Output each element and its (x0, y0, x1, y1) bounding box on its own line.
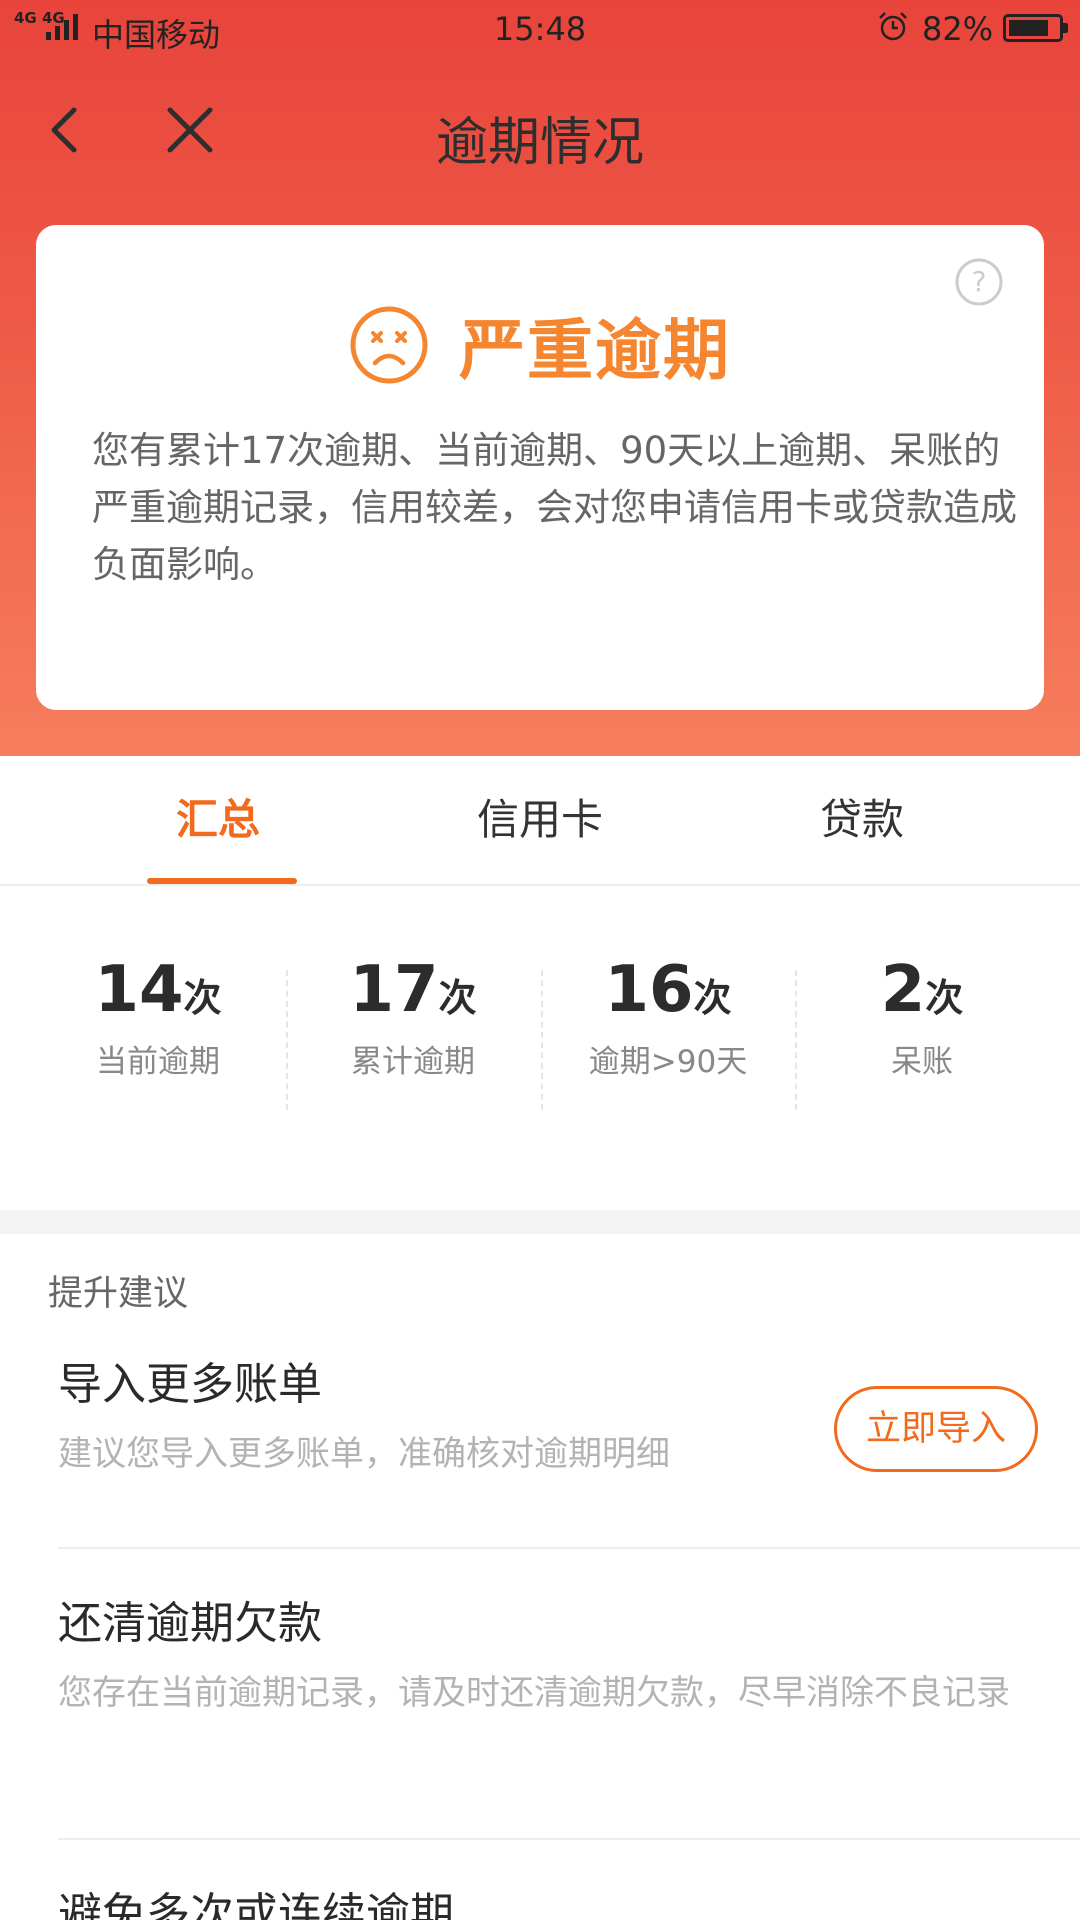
stat-unit: 次 (925, 976, 964, 1020)
stat-bad-debt: 2次 呆账 (795, 950, 1049, 1081)
stat-unit: 次 (438, 976, 477, 1020)
status-title: 严重逾期 (459, 312, 731, 389)
sad-face-icon (350, 306, 428, 384)
section-separator (0, 1210, 1080, 1234)
status-description: 您有累计17次逾期、当前逾期、90天以上逾期、呆账的严重逾期记录，信用较差，会对… (92, 429, 1017, 586)
navigation-bar: 逾期情况 (0, 80, 1080, 180)
page-title: 逾期情况 (435, 113, 644, 173)
stat-value: 16 (604, 953, 694, 1027)
stat-value: 2 (880, 953, 926, 1027)
stat-current-overdue: 14次 当前逾期 (31, 950, 285, 1081)
overdue-stats: 14次 当前逾期 17次 累计逾期 16次 逾期>90天 2次 呆账 (0, 950, 1080, 1130)
stat-value: 17 (349, 953, 439, 1027)
status-bar: 4G 4G 中国移动 15:48 82% (0, 0, 1080, 58)
stat-label: 呆账 (891, 1044, 953, 1080)
suggestion-repay-overdue: 还清逾期欠款 您存在当前逾期记录，请及时还清逾期欠款，尽早消除不良记录 (58, 1594, 1068, 1720)
suggestion-title: 避免多次或连续逾期 (58, 1889, 454, 1920)
stat-total-overdue: 17次 累计逾期 (286, 950, 540, 1081)
tab-credit-card[interactable]: 信用卡 (390, 786, 690, 846)
stat-overdue-90-days: 16次 逾期>90天 (541, 950, 795, 1081)
stat-unit: 次 (693, 976, 732, 1020)
clock: 15:48 (493, 10, 587, 48)
suggestions-title: 提升建议 (48, 1274, 189, 1314)
tab-bar: 汇总 信用卡 贷款 (0, 756, 1080, 886)
divider (58, 1838, 1080, 1840)
svg-text:?: ? (972, 265, 987, 298)
suggestion-desc: 建议您导入更多账单，准确核对逾期明细 (58, 1434, 670, 1474)
stat-unit: 次 (183, 976, 222, 1020)
battery-fill (1009, 20, 1048, 36)
suggestion-desc: 您存在当前逾期记录，请及时还清逾期欠款，尽早消除不良记录 (58, 1673, 1010, 1713)
suggestion-avoid-repeat-overdue: 避免多次或连续逾期 (58, 1885, 1068, 1920)
tab-loan[interactable]: 贷款 (712, 786, 1012, 846)
stat-label: 累计逾期 (351, 1044, 475, 1080)
status-heading: 严重逾期 (36, 297, 1044, 393)
suggestion-title: 还清逾期欠款 (58, 1598, 322, 1649)
stat-label: 当前逾期 (96, 1044, 220, 1080)
divider (58, 1547, 1080, 1549)
battery-icon (1003, 14, 1068, 42)
import-now-button[interactable]: 立即导入 (834, 1386, 1038, 1472)
active-tab-indicator (147, 878, 297, 884)
stat-label: 逾期>90天 (588, 1044, 748, 1080)
stat-value: 14 (94, 953, 184, 1027)
alarm-icon (879, 12, 907, 41)
tab-summary[interactable]: 汇总 (68, 786, 368, 846)
overdue-summary-card: ? 严重逾期 您有累计17次逾期、当前逾期、90天以上逾期、呆账的严重逾期记录，… (36, 225, 1044, 710)
battery-percent: 82% (922, 10, 994, 48)
